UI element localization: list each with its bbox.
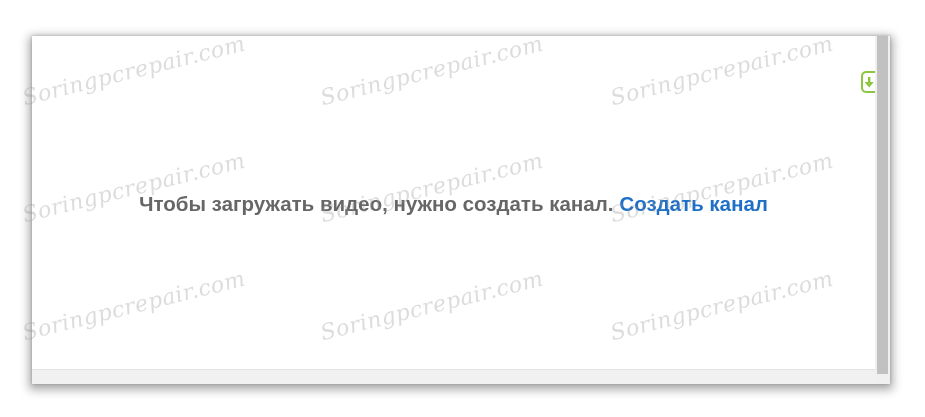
scrollbar-thumb[interactable] xyxy=(877,36,888,374)
message-text: Чтобы загружать видео, нужно создать кан… xyxy=(139,193,614,216)
screenshot-stage: Чтобы загружать видео, нужно создать кан… xyxy=(0,0,925,417)
create-channel-link[interactable]: Создать канал xyxy=(619,193,767,216)
panel-content: Чтобы загружать видео, нужно создать кан… xyxy=(32,36,875,369)
create-channel-message: Чтобы загружать видео, нужно создать кан… xyxy=(32,192,875,218)
upload-panel: Чтобы загружать видео, нужно создать кан… xyxy=(32,36,890,384)
horizontal-scrollbar[interactable] xyxy=(32,369,875,384)
side-action-button[interactable] xyxy=(861,71,875,93)
vertical-scrollbar[interactable] xyxy=(875,36,890,384)
upload-arrow-icon xyxy=(864,77,874,88)
